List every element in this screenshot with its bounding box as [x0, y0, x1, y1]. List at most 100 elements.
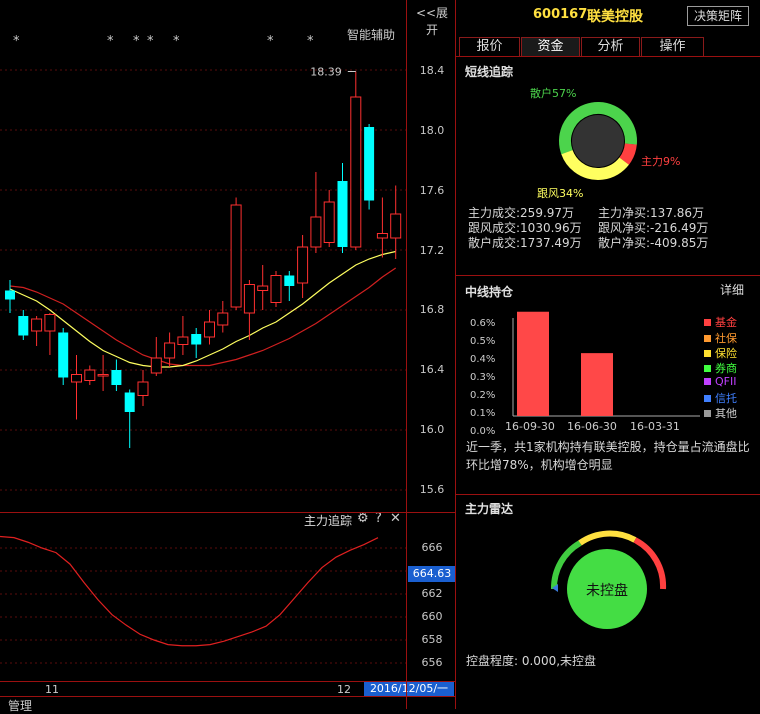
legend-label: QFII [715, 375, 737, 388]
y-tick-label: 18.0 [419, 124, 445, 137]
donut-chart [559, 102, 637, 181]
mid-term-title: 中线持仓 [465, 285, 514, 299]
holding-y-tick: 0.3% [470, 372, 496, 383]
control-degree: 控盘程度: 0.000,未控盘 [466, 654, 597, 668]
stock-name: 联美控股 [587, 9, 643, 25]
stat-right: 跟风净买:-216.49万 [598, 221, 709, 235]
candle-body [97, 374, 109, 377]
divider [0, 696, 456, 697]
main-y-axis: 18.4 18.0 17.6 17.2 16.8 16.4 16.0 15.6 [406, 0, 456, 512]
sub-y-tick: 656 [421, 656, 443, 669]
y-tick-label: 15.6 [419, 483, 445, 496]
y-tick-label: 17.2 [419, 244, 445, 257]
legend-fund: 基金 [704, 314, 737, 330]
divider [456, 275, 760, 276]
candle-body [150, 357, 162, 374]
divider [0, 512, 456, 513]
donut-center [572, 115, 624, 167]
decision-matrix-button[interactable]: 决策矩阵 [687, 6, 749, 26]
holding-x-label: 16-06-30 [567, 420, 617, 433]
legend-swatch [704, 378, 711, 385]
tab-funds[interactable]: 资金 [521, 37, 580, 57]
candle-body [58, 332, 69, 378]
stats-block: 主力成交:259.97万 主力净买:137.86万 跟风成交:1030.96万 跟风… [468, 206, 758, 251]
candle-body [84, 369, 96, 381]
candle-body [230, 204, 242, 308]
stat-left: 散户成交:1737.49万 [468, 236, 582, 250]
legend-label: 基金 [715, 316, 737, 329]
manage-button[interactable]: 管理 [8, 697, 32, 714]
candle-body [164, 342, 176, 359]
candle-body [257, 285, 269, 291]
candle-body [243, 284, 255, 314]
sub-y-axis: 666 664 662 660 658 656 664.63 [406, 512, 456, 682]
candle-body [364, 127, 375, 201]
candle-body [284, 275, 295, 286]
sub-y-tick: 662 [421, 587, 443, 600]
radar-center-label: 未控盘 [586, 583, 628, 599]
stat-right: 主力净买:137.86万 [598, 206, 705, 220]
candle-body [18, 316, 29, 336]
legend-swatch [704, 350, 711, 357]
short-term-title: 短线追踪 [465, 65, 514, 79]
holding-y-tick: 0.2% [470, 390, 496, 401]
stats-row: 散户成交:1737.49万 散户净买:-409.85万 [468, 236, 758, 251]
holding-bar-chart [512, 311, 700, 417]
detail-link[interactable]: 详细 [720, 281, 744, 298]
divider [0, 681, 456, 682]
x-axis-label: 11 [45, 683, 59, 696]
stat-right: 散户净买:-409.85万 [598, 236, 709, 250]
holding-y-tick: 0.1% [470, 408, 496, 419]
sub-y-tick: 660 [421, 610, 443, 623]
tab-quote[interactable]: 报价 [459, 37, 520, 57]
candle-body [204, 321, 215, 338]
legend-label: 信托 [715, 392, 737, 405]
tab-analysis[interactable]: 分析 [581, 37, 640, 57]
tab-operate[interactable]: 操作 [641, 37, 704, 57]
x-axis-label: 12 [337, 683, 351, 696]
candle-body [5, 290, 15, 300]
legend-social: 社保 [704, 330, 737, 346]
legend-swatch [704, 319, 711, 326]
legend-trust: 信托 [704, 390, 737, 406]
y-tick-label: 16.0 [419, 423, 445, 436]
candle-body [350, 96, 362, 248]
divider [456, 494, 760, 495]
holding-note: 近一季，共1家机构持有联美控股，持仓量占流通盘比环比增78%，机构增仓明显 [466, 440, 750, 472]
candle-body [270, 275, 282, 303]
date-badge: 2016/12/05/一 [364, 682, 454, 696]
legend-label: 券商 [715, 362, 737, 375]
legend-insurance: 保险 [704, 345, 737, 361]
holding-y-tick: 0.0% [470, 426, 496, 437]
kline-svg: 18.39 [0, 66, 406, 491]
stats-row: 主力成交:259.97万 主力净买:137.86万 [468, 206, 758, 221]
divider [455, 0, 456, 709]
holding-y-axis: 0.6% 0.5% 0.4% 0.3% 0.2% 0.1% 0.0% [470, 318, 500, 437]
donut-label-main: 主力9% [641, 155, 681, 168]
radar-title: 主力雷达 [465, 502, 514, 516]
donut-label-retail: 散户57% [530, 87, 577, 100]
candle-body [217, 312, 229, 326]
sub-chart-svg [0, 535, 406, 664]
legend-broker: 券商 [704, 360, 737, 376]
candle-body [137, 381, 149, 396]
current-value-badge: 664.63 [408, 566, 456, 582]
divider [406, 0, 407, 709]
legend-swatch [704, 365, 711, 372]
candle-body [191, 334, 202, 345]
peak-label: 18.39 [310, 66, 342, 79]
gauge-arc-yellow [578, 530, 637, 546]
candle-body [323, 201, 335, 243]
legend-other: 其他 [704, 405, 737, 421]
candle-body [124, 392, 135, 412]
candle-body [111, 370, 122, 385]
holding-x-label: 16-03-31 [630, 420, 680, 433]
legend-label: 社保 [715, 332, 737, 345]
y-tick-label: 16.8 [419, 303, 445, 316]
holding-y-tick: 0.4% [470, 354, 496, 365]
candle-body [337, 181, 348, 247]
candle-body [71, 374, 82, 383]
donut-label-follow: 跟风34% [537, 187, 584, 200]
candle-body [31, 318, 43, 332]
legend-swatch [704, 395, 711, 402]
